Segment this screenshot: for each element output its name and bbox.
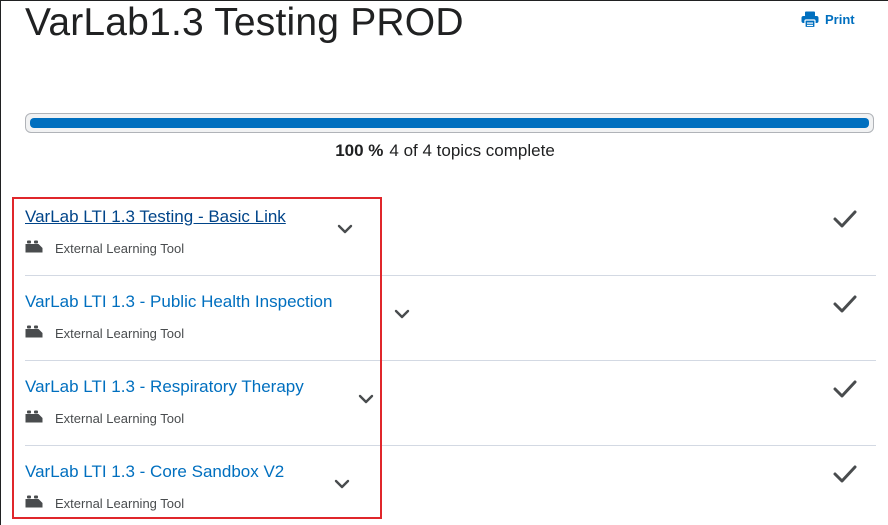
topic-type: External Learning Tool: [25, 240, 184, 256]
topic-type: External Learning Tool: [25, 410, 184, 426]
topic-item: VarLab LTI 1.3 Testing - Basic Link Exte…: [25, 191, 876, 276]
progress-percent: 100 %: [335, 141, 384, 160]
chevron-down-icon: [337, 221, 353, 239]
topic-expand-button[interactable]: [331, 474, 353, 496]
lego-block-icon: [25, 325, 43, 341]
topic-list: VarLab LTI 1.3 Testing - Basic Link Exte…: [25, 191, 876, 525]
topic-type: External Learning Tool: [25, 495, 184, 511]
topic-item: VarLab LTI 1.3 - Respiratory Therapy Ext…: [25, 361, 876, 446]
topic-link[interactable]: VarLab LTI 1.3 - Respiratory Therapy: [25, 377, 304, 397]
topic-expand-button[interactable]: [391, 304, 413, 326]
checkmark-icon: [832, 464, 858, 489]
chevron-down-icon: [394, 306, 410, 324]
lego-block-icon: [25, 240, 43, 256]
lego-block-icon: [25, 495, 43, 511]
topic-expand-button[interactable]: [334, 219, 356, 241]
content-page: VarLab1.3 Testing PROD Print 100 % 4 of 4…: [0, 0, 888, 525]
topic-link[interactable]: VarLab LTI 1.3 Testing - Basic Link: [25, 207, 286, 227]
topic-type-label: External Learning Tool: [55, 240, 185, 256]
print-label: Print: [825, 12, 855, 27]
topic-item: VarLab LTI 1.3 - Public Health Inspectio…: [25, 276, 876, 361]
topic-expand-button[interactable]: [355, 389, 377, 411]
progress-summary: 100 % 4 of 4 topics complete: [1, 141, 888, 161]
topic-type-label: External Learning Tool: [55, 410, 185, 426]
progress-text: 4 of 4 topics complete: [389, 141, 555, 160]
topic-type-label: External Learning Tool: [55, 325, 185, 341]
page-title: VarLab1.3 Testing PROD: [25, 1, 464, 44]
topic-link[interactable]: VarLab LTI 1.3 - Public Health Inspectio…: [25, 292, 332, 312]
progress-fill: [30, 118, 869, 128]
checkmark-icon: [832, 209, 858, 234]
lego-block-icon: [25, 410, 43, 426]
chevron-down-icon: [334, 476, 350, 494]
checkmark-icon: [832, 294, 858, 319]
checkmark-icon: [832, 379, 858, 404]
printer-icon: [801, 11, 819, 28]
print-button[interactable]: Print: [801, 11, 855, 28]
progress-bar: [25, 113, 874, 133]
topic-type-label: External Learning Tool: [55, 495, 185, 511]
chevron-down-icon: [358, 391, 374, 409]
topic-item: VarLab LTI 1.3 - Core Sandbox V2 Externa…: [25, 446, 876, 525]
topic-link[interactable]: VarLab LTI 1.3 - Core Sandbox V2: [25, 462, 284, 482]
topic-type: External Learning Tool: [25, 325, 184, 341]
